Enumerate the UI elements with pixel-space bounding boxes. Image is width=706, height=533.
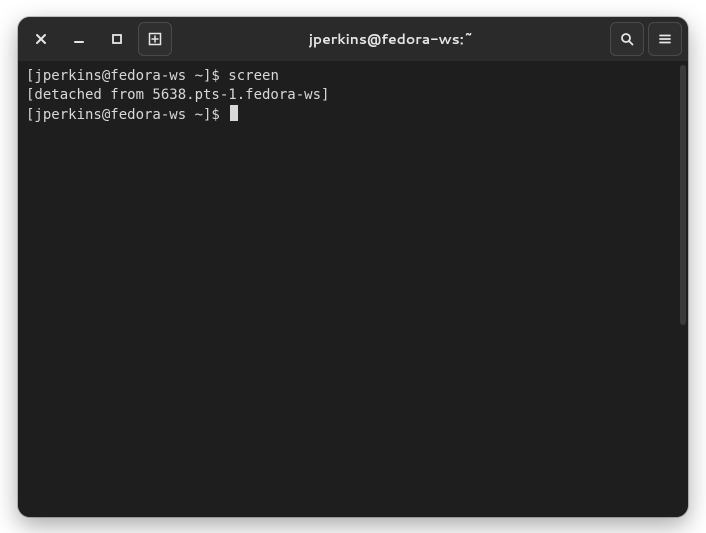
terminal-window: jperkins@fedora-ws:~ [jperkins@fedora-ws…	[18, 17, 688, 517]
prompt: [jperkins@fedora-ws ~]$	[26, 107, 228, 123]
search-button[interactable]	[610, 22, 644, 56]
new-tab-icon	[148, 32, 162, 46]
titlebar: jperkins@fedora-ws:~	[18, 17, 688, 61]
prompt: [jperkins@fedora-ws ~]$	[26, 68, 228, 84]
terminal-line: [jperkins@fedora-ws ~]$	[26, 105, 670, 125]
titlebar-right-controls	[610, 22, 682, 56]
terminal-output[interactable]: [jperkins@fedora-ws ~]$ screen[detached …	[18, 61, 678, 517]
close-icon	[35, 33, 47, 45]
hamburger-icon	[658, 32, 672, 46]
minimize-icon	[73, 33, 85, 45]
hamburger-menu-button[interactable]	[648, 22, 682, 56]
search-icon	[620, 32, 634, 46]
maximize-button[interactable]	[100, 22, 134, 56]
scrollbar-thumb[interactable]	[680, 65, 686, 325]
terminal-line: [detached from 5638.pts-1.fedora-ws]	[26, 86, 670, 105]
window-title: jperkins@fedora-ws:~	[176, 29, 606, 49]
minimize-button[interactable]	[62, 22, 96, 56]
terminal-line: [jperkins@fedora-ws ~]$ screen	[26, 67, 670, 86]
scrollbar-track[interactable]	[678, 61, 688, 517]
cursor	[230, 105, 238, 121]
terminal-wrap: [jperkins@fedora-ws ~]$ screen[detached …	[18, 61, 688, 517]
titlebar-left-controls	[24, 22, 172, 56]
close-button[interactable]	[24, 22, 58, 56]
new-tab-button[interactable]	[138, 22, 172, 56]
maximize-icon	[111, 33, 123, 45]
command-text: screen	[228, 68, 279, 84]
